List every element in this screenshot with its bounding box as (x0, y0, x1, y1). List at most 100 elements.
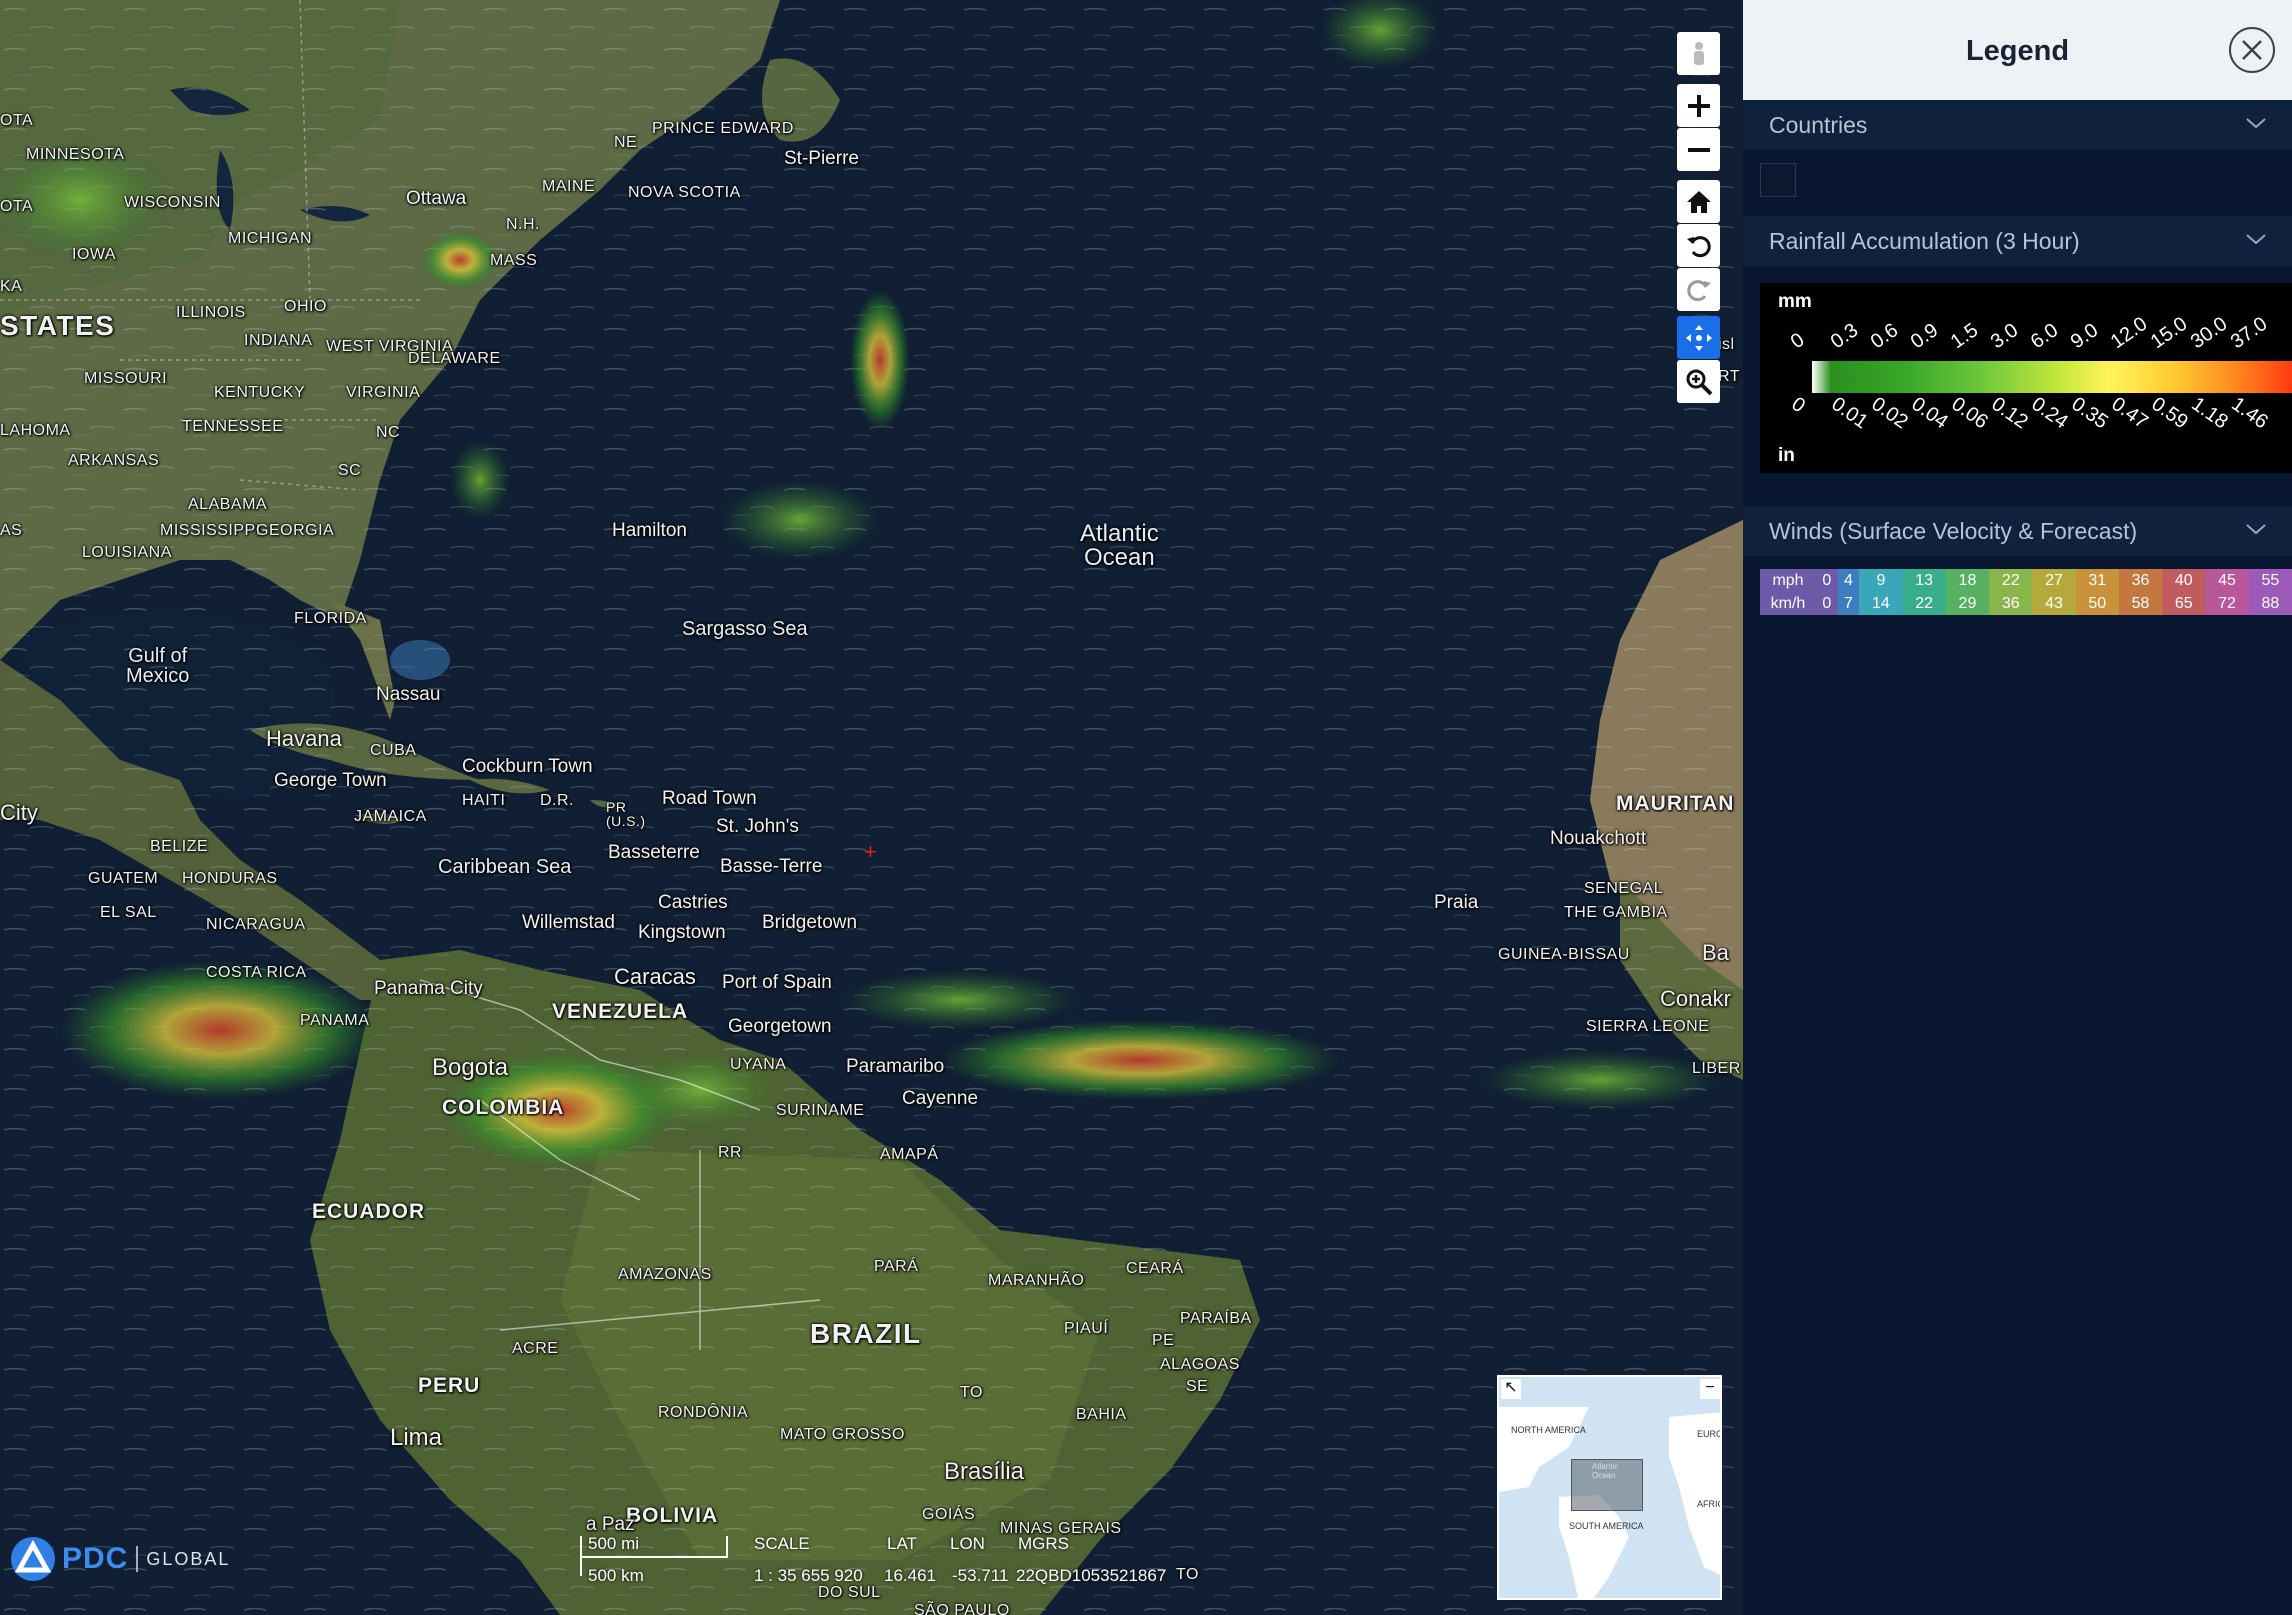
overview-map[interactable]: NORTH AMERICA EUROP AFRIC SOUTH AMERICA … (1497, 1375, 1722, 1600)
street-view-button[interactable] (1677, 32, 1720, 75)
label-nassau: Nassau (376, 684, 441, 705)
label-brazil: BRAZIL (810, 1318, 922, 1349)
label-cockburn-town: Cockburn Town (462, 756, 593, 777)
rotate-right-button[interactable] (1677, 268, 1720, 311)
label-mauritania: MAURITAN (1616, 792, 1735, 815)
label-senegal: SENEGAL (1584, 880, 1664, 897)
wind-kmh-value: 72 (2205, 592, 2249, 615)
readout-lon-value: -53.711 (952, 1566, 1009, 1585)
rainfall-mm-tick: 0.6 (1866, 319, 1903, 354)
rotate-left-icon (1686, 235, 1711, 257)
rainfall-unit-in: in (1778, 445, 1795, 466)
pan-button[interactable] (1677, 316, 1720, 359)
label-louisiana: LOUISIANA (82, 544, 172, 561)
wind-kmh-value: 22 (1902, 592, 1946, 615)
zoom-out-button[interactable] (1677, 128, 1720, 171)
label-mississippi: MISSISSIPPI (160, 522, 261, 539)
label-caribbean-sea: Caribbean Sea (438, 856, 572, 878)
legend-section-rainfall[interactable]: Rainfall Accumulation (3 Hour) (1743, 216, 2292, 266)
wind-kmh-label: km/h (1760, 592, 1816, 615)
label-illinois: ILLINOIS (176, 304, 246, 321)
home-button[interactable] (1677, 180, 1720, 223)
legend-section-winds[interactable]: Winds (Surface Velocity & Forecast) (1743, 506, 2292, 556)
label-amapa: AMAPÁ (880, 1146, 939, 1163)
map-view[interactable]: MINNESOTA OTA OTA WISCONSIN MICHIGAN IOW… (0, 0, 1743, 1615)
scale-bar-tick-left (580, 1536, 582, 1576)
legend-title: Legend (1965, 34, 2070, 67)
wind-kmh-row: km/h 0 7 14 22 29 36 43 50 58 65 72 88 (1760, 592, 2292, 615)
rainfall-color-ramp (1812, 361, 2292, 393)
overview-label-europe: EUROP (1697, 1429, 1720, 1439)
logo-suffix: GLOBAL (146, 1548, 231, 1569)
minus-icon: − (1705, 1379, 1715, 1396)
section-title-countries: Countries (1769, 111, 1868, 138)
rainfall-mm-tick: 37.0 (2226, 312, 2272, 354)
wind-kmh-value: 36 (1989, 592, 2033, 615)
zoom-in-button[interactable] (1677, 84, 1720, 127)
label-basseterre: Basseterre (608, 842, 700, 863)
wind-mph-row: mph 0 4 9 13 18 22 27 31 36 40 45 55 (1760, 569, 2292, 592)
label-cuba: CUBA (370, 742, 417, 759)
label-bogota: Bogota (432, 1054, 509, 1081)
label-la-paz: a Paz (586, 1514, 635, 1535)
label-kingstown: Kingstown (638, 922, 726, 943)
wind-mph-value: 0 (1816, 569, 1838, 592)
label-st-johns: St. John's (716, 816, 799, 837)
overview-collapse-button[interactable]: − (1700, 1379, 1720, 1399)
rainfall-mm-tick: 6.0 (2026, 319, 2063, 354)
pdc-logo: PDC GLOBAL (10, 1536, 230, 1582)
section-title-winds: Winds (Surface Velocity & Forecast) (1769, 517, 2138, 544)
legend-section-countries[interactable]: Countries (1743, 100, 2292, 150)
label-willemstad: Willemstad (522, 912, 615, 933)
rainfall-mm-tick: 0.3 (1826, 319, 1863, 354)
zoom-out-icon (1687, 147, 1710, 152)
pan-icon (1685, 324, 1712, 351)
label-belize: BELIZE (150, 838, 209, 855)
wind-mph-value: 40 (2162, 569, 2206, 592)
label-cayenne: Cayenne (902, 1088, 979, 1109)
label-puerto-rico: PR (U.S.) (606, 799, 646, 829)
label-prince-edward: PRINCE EDWARD (652, 120, 794, 137)
scale-bar: 500 mi 500 km (580, 1534, 730, 1596)
section-title-rainfall: Rainfall Accumulation (3 Hour) (1769, 227, 2080, 254)
wind-mph-value: 55 (2248, 569, 2292, 592)
overview-extent-box[interactable]: Atlantic Ocean (1571, 1459, 1643, 1511)
label-ota: OTA (0, 112, 34, 129)
label-indiana: INDIANA (244, 332, 313, 349)
label-brasilia: Brasília (944, 1458, 1025, 1485)
label-ottawa: Ottawa (406, 188, 467, 209)
label-ka: KA (0, 278, 23, 295)
label-mato-grosso: MATO GROSSO (780, 1426, 905, 1443)
label-ecuador: ECUADOR (312, 1200, 426, 1223)
label-sargasso-sea: Sargasso Sea (682, 618, 808, 640)
rotate-left-button[interactable] (1677, 224, 1720, 267)
label-caracas: Caracas (614, 964, 696, 989)
label-paramaribo: Paramaribo (846, 1056, 945, 1077)
label-conakry: Conakr (1660, 986, 1731, 1011)
wind-mph-value: 31 (2075, 569, 2119, 592)
label-rr: RR (718, 1144, 743, 1161)
rainfall-in-tick: 1.18 (2187, 393, 2232, 434)
label-el-salvador: EL SAL (100, 904, 157, 921)
zoom-box-button[interactable] (1677, 360, 1720, 403)
legend-close-button[interactable] (2229, 27, 2275, 73)
label-wisconsin: WISCONSIN (124, 194, 221, 211)
label-lahoma: LAHOMA (0, 422, 71, 439)
chevron-down-icon (2246, 118, 2266, 129)
rainfall-in-tick: 0.04 (1907, 393, 1952, 434)
label-tennessee: TENNESSEE (182, 418, 284, 435)
label-rondonia: RONDÔNIA (658, 1404, 749, 1421)
zoom-box-icon (1686, 369, 1712, 395)
rainfall-in-tick: 0.01 (1827, 393, 1872, 434)
rainfall-mm-tick: 3.0 (1986, 319, 2023, 354)
country-legend-swatch (1760, 163, 1796, 197)
rainfall-mm-tick: 15.0 (2146, 312, 2192, 354)
label-panama-city: Panama City (374, 978, 483, 999)
label-havana: Havana (266, 726, 342, 751)
label-goias: GOIÁS (922, 1506, 976, 1523)
wind-mph-value: 13 (1902, 569, 1946, 592)
readout-mgrs-label: MGRS (1018, 1534, 1069, 1553)
overview-expand-button[interactable]: ↖ (1501, 1379, 1521, 1399)
label-para: PARÁ (874, 1258, 919, 1275)
label-castries: Castries (658, 892, 728, 913)
